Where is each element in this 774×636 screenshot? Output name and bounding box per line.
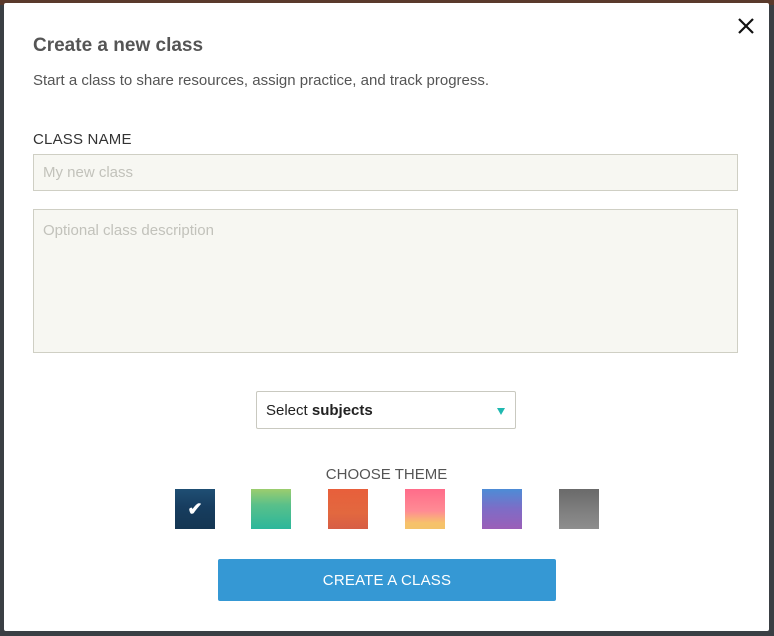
subjects-select-label: Select subjects [266,402,373,419]
create-class-button[interactable]: CREATE A CLASS [218,559,556,601]
checkmark-icon: ✔ [187,499,203,519]
theme-swatch-navy[interactable]: ✔ [175,489,215,529]
subjects-select[interactable]: Select subjects [256,391,516,429]
theme-swatch-green[interactable] [251,489,291,529]
theme-swatch-pink[interactable] [405,489,445,529]
theme-swatch-purple[interactable] [482,489,522,529]
dropdown-arrow-icon [497,408,505,415]
subjects-select-prefix: Select [266,402,308,419]
class-description-input[interactable] [33,209,738,353]
choose-theme-label: CHOOSE THEME [325,466,448,483]
modal-subtitle: Start a class to share resources, assign… [33,72,490,89]
subjects-select-emphasis: subjects [311,402,373,419]
class-name-input[interactable] [33,154,738,191]
close-icon[interactable] [735,15,757,37]
create-class-modal: Create a new class Start a class to shar… [4,3,769,631]
class-name-label: CLASS NAME [33,131,132,148]
theme-swatch-gray[interactable] [559,489,599,529]
modal-title: Create a new class [33,35,204,56]
theme-swatch-orange[interactable] [328,489,368,529]
